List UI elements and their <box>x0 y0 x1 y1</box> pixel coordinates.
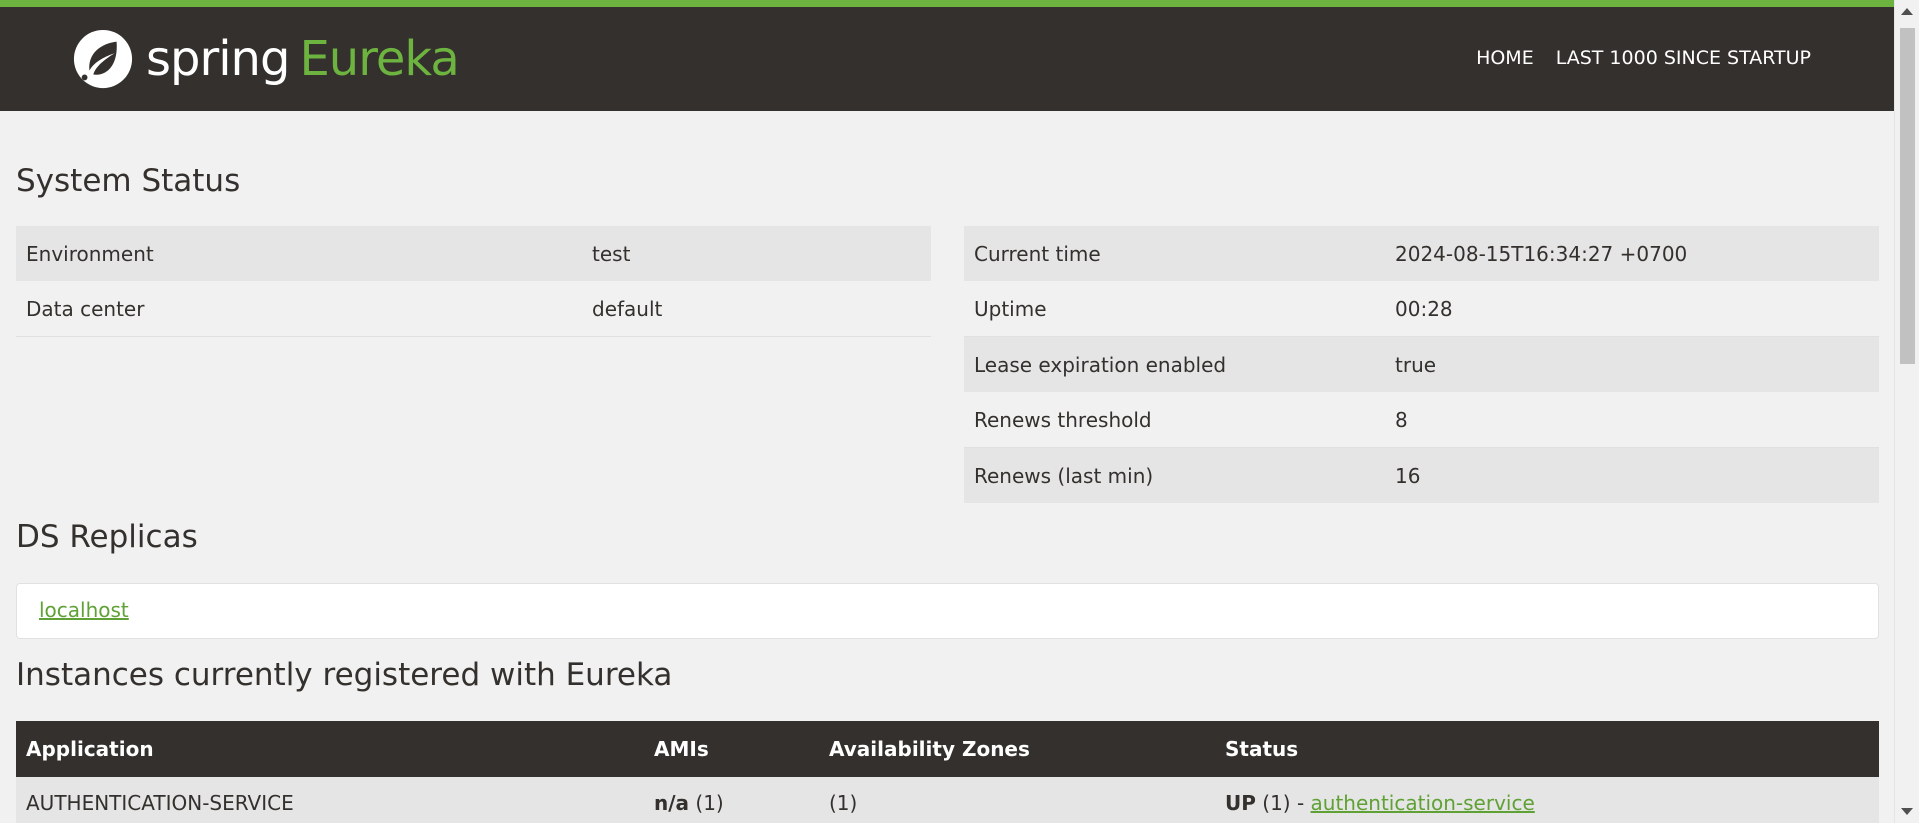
scroll-up-arrow-icon[interactable] <box>1901 8 1913 15</box>
brand-logo-link[interactable]: spring Eureka <box>72 27 460 91</box>
table-row: Renews threshold 8 <box>964 392 1879 448</box>
renews-threshold-value: 8 <box>1385 392 1879 448</box>
data-center-value: default <box>582 281 931 337</box>
table-header-row: Application AMIs Availability Zones Stat… <box>16 721 1879 777</box>
system-status-left-table: Environment test Data center default <box>16 226 931 337</box>
brand-eureka-text: Eureka <box>299 31 459 87</box>
renews-threshold-label: Renews threshold <box>964 392 1385 448</box>
amis-cell: n/a (1) <box>644 777 819 823</box>
eureka-dashboard: spring Eureka HOME LAST 1000 SINCE STARTU… <box>0 0 1919 823</box>
table-row: Renews (last min) 16 <box>964 447 1879 503</box>
column-header-amis: AMIs <box>644 721 819 777</box>
table-row: Current time 2024-08-15T16:34:27 +0700 <box>964 226 1879 281</box>
column-header-application: Application <box>16 721 644 777</box>
table-row: Environment test <box>16 226 931 281</box>
instance-status-link[interactable]: authentication-service <box>1311 791 1535 815</box>
renews-last-min-value: 16 <box>1385 447 1879 503</box>
current-time-label: Current time <box>964 226 1385 281</box>
header-accent-bar <box>0 0 1895 7</box>
uptime-value: 00:28 <box>1385 281 1879 337</box>
status-up: UP <box>1225 791 1256 815</box>
ami-count: (1) <box>695 791 724 815</box>
lease-expiration-label: Lease expiration enabled <box>964 336 1385 392</box>
renews-last-min-label: Renews (last min) <box>964 447 1385 503</box>
spring-leaf-icon <box>73 29 133 89</box>
instances-table: Application AMIs Availability Zones Stat… <box>16 721 1879 823</box>
availability-zones-cell: (1) <box>819 777 1215 823</box>
table-row: AUTHENTICATION-SERVICE n/a (1) (1) UP (1… <box>16 777 1879 823</box>
current-time-value: 2024-08-15T16:34:27 +0700 <box>1385 226 1879 281</box>
column-header-status: Status <box>1215 721 1879 777</box>
scrollbar-thumb[interactable] <box>1900 28 1915 364</box>
vertical-scrollbar[interactable] <box>1894 0 1919 823</box>
brand-wordmark: spring Eureka <box>146 35 460 83</box>
table-row: Lease expiration enabled true <box>964 336 1879 392</box>
uptime-label: Uptime <box>964 281 1385 337</box>
nav-links: HOME LAST 1000 SINCE STARTUP <box>1476 47 1811 69</box>
lease-expiration-value: true <box>1385 336 1879 392</box>
environment-label: Environment <box>16 226 582 281</box>
nav-last-1000-link[interactable]: LAST 1000 SINCE STARTUP <box>1556 47 1811 69</box>
ds-replicas-panel: localhost <box>16 583 1879 639</box>
ami-value: n/a <box>654 791 690 815</box>
navbar: spring Eureka HOME LAST 1000 SINCE STARTU… <box>0 7 1895 111</box>
column-header-availability-zones: Availability Zones <box>819 721 1215 777</box>
application-name-cell: AUTHENTICATION-SERVICE <box>16 777 644 823</box>
table-row: Data center default <box>16 281 931 337</box>
status-count: (1) - <box>1262 791 1311 815</box>
table-row: Uptime 00:28 <box>964 281 1879 337</box>
system-status-title: System Status <box>16 163 241 199</box>
system-status-right-table: Current time 2024-08-15T16:34:27 +0700 U… <box>964 226 1879 503</box>
nav-home-link[interactable]: HOME <box>1476 47 1534 69</box>
environment-value: test <box>582 226 931 281</box>
status-cell: UP (1) - authentication-service <box>1215 777 1879 823</box>
replica-localhost-link[interactable]: localhost <box>39 598 129 622</box>
instances-title: Instances currently registered with Eure… <box>16 657 673 693</box>
brand-spring-text: spring <box>146 31 290 87</box>
ds-replicas-title: DS Replicas <box>16 519 198 555</box>
scroll-down-arrow-icon[interactable] <box>1901 808 1913 815</box>
data-center-label: Data center <box>16 281 582 337</box>
